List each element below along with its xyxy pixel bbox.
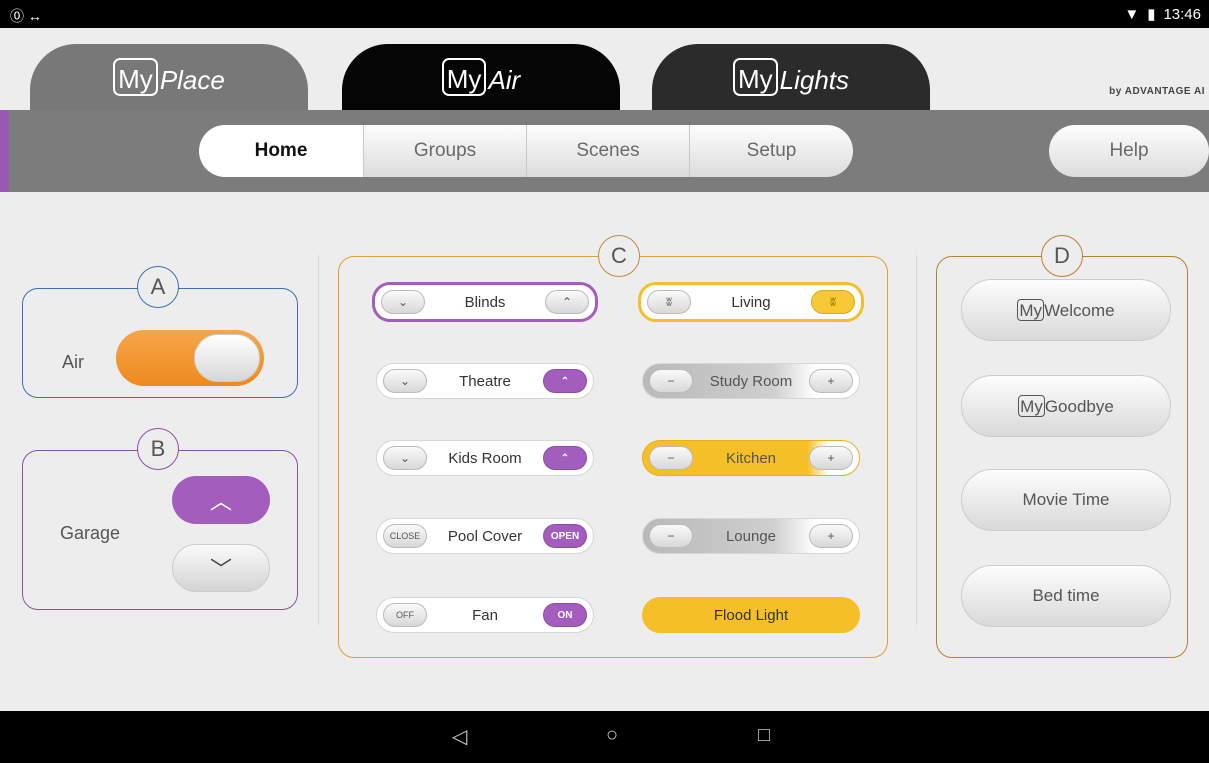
living-control: ʬ Living ʬ bbox=[638, 282, 864, 322]
study-room-plus-button[interactable]: + bbox=[809, 369, 853, 393]
status-bar: ⓪ ↔ ▼ ▮ 13:46 bbox=[0, 0, 1209, 28]
home-icon[interactable]: ○ bbox=[606, 724, 618, 747]
scene-bed-time-button[interactable]: Bed time bbox=[961, 565, 1171, 627]
system-nav-bar: ◁ ○ □ bbox=[0, 711, 1209, 763]
blinds-control: ⌄ Blinds ⌃ bbox=[372, 282, 598, 322]
divider-right bbox=[916, 255, 917, 625]
plus-icon: + bbox=[827, 451, 835, 465]
scene-mygoodbye-button[interactable]: My Goodbye bbox=[961, 375, 1171, 437]
chevron-down-icon: ⌄ bbox=[397, 295, 409, 309]
kids-room-control: ⌄ Kids Room ⌃ bbox=[376, 440, 594, 476]
living-on-button[interactable]: ʬ bbox=[811, 290, 855, 314]
wifi-icon: ▼ bbox=[1124, 5, 1140, 23]
chevron-up-icon: ⌃ bbox=[561, 295, 573, 309]
kitchen-plus-button[interactable]: + bbox=[809, 446, 853, 470]
pool-cover-label: Pool Cover bbox=[447, 527, 523, 545]
chevron-down-icon: ﹀ bbox=[209, 557, 232, 582]
flood-light-label: Flood Light bbox=[713, 606, 789, 624]
fan-on-button[interactable]: ON bbox=[543, 603, 587, 627]
app-tab-bar: My Place My Air My Lights by ADVANTAGE A… bbox=[0, 28, 1209, 110]
fan-off-button[interactable]: OFF bbox=[383, 603, 427, 627]
nav-bar: Home Groups Scenes Setup Help bbox=[0, 110, 1209, 192]
theatre-up-button[interactable]: ⌃ bbox=[543, 369, 587, 393]
chevron-down-icon: ⌄ bbox=[399, 374, 411, 388]
lounge-minus-button[interactable]: − bbox=[649, 524, 693, 548]
nav-groups[interactable]: Groups bbox=[364, 125, 527, 177]
pool-cover-control: CLOSE Pool Cover OPEN bbox=[376, 518, 594, 554]
scene-movie-time-button[interactable]: Movie Time bbox=[961, 469, 1171, 531]
living-off-button[interactable]: ʬ bbox=[647, 290, 691, 314]
nav-home[interactable]: Home bbox=[199, 125, 364, 177]
light-on-icon: ʬ bbox=[830, 295, 836, 309]
kitchen-label: Kitchen bbox=[725, 449, 777, 467]
brand-label: by ADVANTAGE AI bbox=[1109, 86, 1205, 97]
plus-icon: + bbox=[827, 529, 835, 543]
study-room-label: Study Room bbox=[709, 372, 793, 390]
chevron-down-icon: ⌄ bbox=[399, 451, 411, 465]
my-logo-icon: My bbox=[1017, 299, 1045, 321]
status-time: 13:46 bbox=[1163, 5, 1201, 23]
chevron-up-icon: ⌃ bbox=[560, 452, 570, 464]
garage-label: Garage bbox=[60, 523, 121, 543]
recents-icon[interactable]: □ bbox=[758, 724, 770, 747]
marker-c: C bbox=[598, 235, 640, 277]
kids-room-label: Kids Room bbox=[448, 449, 522, 467]
minus-icon: − bbox=[667, 451, 675, 465]
minus-icon: − bbox=[667, 529, 675, 543]
my-logo-icon: My bbox=[1018, 395, 1045, 417]
fan-label: Fan bbox=[472, 606, 498, 624]
tab-myplace[interactable]: My Place bbox=[30, 44, 308, 110]
pool-open-button[interactable]: OPEN bbox=[543, 524, 587, 548]
myplace-logo: My Place bbox=[113, 58, 225, 96]
chevron-up-icon: ⌃ bbox=[560, 375, 570, 387]
toggle-knob bbox=[194, 334, 260, 382]
kitchen-control: − Kitchen + bbox=[642, 440, 860, 476]
garage-down-button[interactable]: ﹀ bbox=[172, 544, 270, 592]
chevron-up-icon: ︿ bbox=[209, 489, 232, 514]
blinds-label: Blinds bbox=[464, 293, 506, 311]
lounge-label: Lounge bbox=[725, 527, 777, 545]
theatre-label: Theatre bbox=[459, 372, 511, 390]
garage-up-button[interactable]: ︿ bbox=[172, 476, 270, 524]
air-toggle[interactable] bbox=[116, 330, 264, 386]
minus-icon: − bbox=[667, 374, 675, 388]
status-right: ▼ ▮ 13:46 bbox=[1124, 5, 1201, 24]
plus-icon: + bbox=[827, 374, 835, 388]
mylights-logo: My Lights bbox=[732, 58, 849, 96]
nav-segment: Home Groups Scenes Setup bbox=[199, 125, 853, 177]
study-room-control: − Study Room + bbox=[642, 363, 860, 399]
study-room-minus-button[interactable]: − bbox=[649, 369, 693, 393]
tab-myair[interactable]: My Air bbox=[342, 44, 620, 110]
kitchen-minus-button[interactable]: − bbox=[649, 446, 693, 470]
nav-scenes[interactable]: Scenes bbox=[527, 125, 690, 177]
theatre-control: ⌄ Theatre ⌃ bbox=[376, 363, 594, 399]
flood-light-button[interactable]: Flood Light bbox=[642, 597, 860, 633]
marker-a: A bbox=[137, 266, 179, 308]
myair-logo: My Air bbox=[441, 58, 520, 96]
tab-mylights[interactable]: My Lights bbox=[652, 44, 930, 110]
marker-d: D bbox=[1041, 235, 1083, 277]
marker-b: B bbox=[137, 428, 179, 470]
back-icon[interactable]: ◁ bbox=[452, 724, 467, 749]
battery-icon: ▮ bbox=[1147, 6, 1156, 23]
fan-control: OFF Fan ON bbox=[376, 597, 594, 633]
kids-room-up-button[interactable]: ⌃ bbox=[543, 446, 587, 470]
divider-left bbox=[318, 255, 319, 625]
pool-close-button[interactable]: CLOSE bbox=[383, 524, 427, 548]
nav-setup[interactable]: Setup bbox=[690, 125, 853, 177]
help-button[interactable]: Help bbox=[1049, 125, 1209, 177]
light-off-icon: ʬ bbox=[666, 295, 672, 309]
living-label: Living bbox=[731, 293, 771, 311]
lounge-plus-button[interactable]: + bbox=[809, 524, 853, 548]
status-icons: ⓪ ↔ bbox=[10, 8, 42, 24]
blinds-down-button[interactable]: ⌄ bbox=[381, 290, 425, 314]
theatre-down-button[interactable]: ⌄ bbox=[383, 369, 427, 393]
air-label: Air bbox=[62, 352, 84, 372]
blinds-up-button[interactable]: ⌃ bbox=[545, 290, 589, 314]
lounge-control: − Lounge + bbox=[642, 518, 860, 554]
kids-room-down-button[interactable]: ⌄ bbox=[383, 446, 427, 470]
scene-mywelcome-button[interactable]: My Welcome bbox=[961, 279, 1171, 341]
